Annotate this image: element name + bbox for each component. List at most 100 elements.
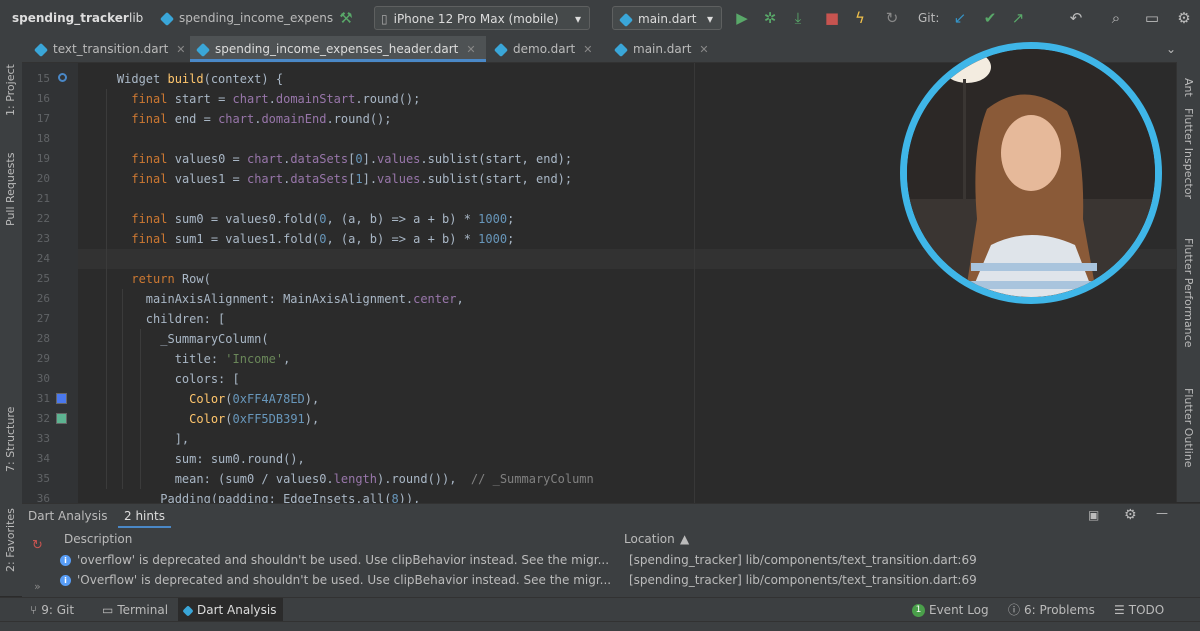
line-number: 29 (36, 352, 50, 365)
column-location[interactable]: Location (624, 532, 675, 546)
info-icon: i (60, 555, 71, 566)
code-line[interactable] (88, 129, 117, 149)
expand-icon[interactable]: » (34, 580, 41, 593)
code-line[interactable] (88, 189, 117, 209)
main-toolbar: spending_tracker lib spending_income_exp… (0, 0, 1200, 37)
todo-tool-button[interactable]: ☰ TODO (1114, 598, 1164, 622)
ant-tool-button[interactable]: Ant (1182, 78, 1195, 97)
git-tool-label: 9: Git (41, 603, 75, 617)
code-line[interactable]: colors: [ (88, 369, 240, 389)
code-line[interactable]: Color(0xFF4A78ED), (88, 389, 319, 409)
run-icon[interactable]: ▶ (732, 8, 752, 28)
code-line[interactable]: final sum0 = values0.fold(0, (a, b) => a… (88, 209, 514, 229)
problems-label: 6: Problems (1024, 603, 1095, 617)
git-update-icon[interactable]: ↙ (950, 8, 970, 28)
device-selector-label: iPhone 12 Pro Max (mobile) (393, 12, 559, 26)
git-tool-button[interactable]: ⑂ 9: Git (30, 598, 74, 622)
stop-icon[interactable]: ■ (822, 8, 842, 28)
favorites-tool-button[interactable]: 2: Favorites (4, 508, 17, 572)
project-tool-button[interactable]: 1: Project (4, 64, 17, 116)
tab-list-chevron-icon[interactable]: ⌄ (1166, 42, 1176, 56)
attach-debugger-icon[interactable]: ⤓ (788, 8, 808, 28)
close-icon[interactable]: ✕ (176, 43, 185, 56)
breadcrumb-project[interactable]: spending_tracker (12, 0, 129, 36)
code-line[interactable]: sum: sum0.round(), (88, 449, 305, 469)
build-hammer-icon[interactable]: ⚒ (336, 8, 356, 28)
color-swatch[interactable] (56, 413, 67, 424)
run-config-selector[interactable]: main.dart ▾ (612, 6, 722, 30)
git-push-icon[interactable]: ↗ (1008, 8, 1028, 28)
line-number: 30 (36, 372, 50, 385)
tab-main[interactable]: main.dart ✕ (608, 36, 724, 62)
hint-row[interactable]: i 'Overflow' is deprecated and shouldn't … (60, 570, 1200, 590)
column-description[interactable]: Description (64, 532, 132, 546)
code-line[interactable]: Color(0xFF5DB391), (88, 409, 319, 429)
code-line[interactable]: Padding(padding: EdgeInsets.all(8)), (88, 489, 420, 503)
tab-text-transition[interactable]: text_transition.dart ✕ (28, 36, 188, 62)
line-number: 24 (36, 252, 50, 265)
line-number: 16 (36, 92, 50, 105)
search-icon[interactable]: ⌕ (1106, 8, 1126, 28)
close-icon[interactable]: ✕ (583, 43, 592, 56)
line-number: 25 (36, 272, 50, 285)
code-line[interactable]: children: [ (88, 309, 225, 329)
chevron-down-icon: ▾ (574, 12, 581, 26)
gear-icon[interactable]: ⚙ (1124, 507, 1137, 523)
terminal-tool-button[interactable]: ▭ Terminal (102, 598, 168, 622)
debug-bug-icon[interactable]: ✲ (760, 8, 780, 28)
minimize-icon[interactable]: — (1156, 506, 1168, 520)
event-log-tool-button[interactable]: 1 Event Log (912, 598, 989, 622)
flutter-outline-tool-button[interactable]: Flutter Outline (1182, 388, 1195, 468)
code-line[interactable]: final start = chart.domainStart.round(); (88, 89, 420, 109)
tab-label: text_transition.dart (53, 42, 169, 56)
rollback-icon[interactable]: ↶ (1066, 8, 1086, 28)
sort-ascending-icon: ▲ (680, 532, 690, 546)
close-icon[interactable]: ✕ (699, 43, 708, 56)
code-line[interactable]: final end = chart.domainEnd.round(); (88, 109, 391, 129)
hint-location: [spending_tracker] lib/components/text_t… (629, 553, 977, 567)
dart-analysis-tool-button[interactable]: Dart Analysis (178, 598, 283, 622)
code-line[interactable]: return Row( (88, 269, 210, 289)
flutter-inspector-tool-button[interactable]: Flutter Inspector (1182, 108, 1195, 199)
info-icon: i (60, 575, 71, 586)
breadcrumb-folder[interactable]: lib (126, 6, 150, 30)
terminal-window-icon[interactable]: ▭ (1142, 8, 1162, 28)
structure-tool-button[interactable]: 7: Structure (4, 407, 17, 472)
code-line[interactable]: mean: (sum0 / values0.length).round()), … (88, 469, 594, 489)
code-line[interactable]: final values0 = chart.dataSets[0].values… (88, 149, 572, 169)
dart-icon (182, 604, 194, 617)
dart-file-icon (159, 11, 175, 26)
code-line[interactable]: final sum1 = values1.fold(0, (a, b) => a… (88, 229, 514, 249)
right-margin-guide (694, 63, 695, 503)
color-swatch[interactable] (56, 393, 67, 404)
flutter-performance-tool-button[interactable]: Flutter Performance (1182, 238, 1195, 347)
breadcrumb-file-label: spending_income_expens (179, 11, 334, 25)
settings-icon[interactable]: ⚙ (1174, 8, 1194, 28)
close-icon[interactable]: ✕ (466, 43, 475, 56)
refresh-icon[interactable]: ↻ (32, 538, 43, 553)
code-line[interactable]: title: 'Income', (88, 349, 291, 369)
pull-requests-tool-button[interactable]: Pull Requests (4, 153, 17, 226)
line-number: 17 (36, 112, 50, 125)
hint-description: 'Overflow' is deprecated and shouldn't b… (77, 573, 612, 587)
hot-reload-icon[interactable]: ϟ (850, 8, 870, 28)
tab-demo[interactable]: demo.dart ✕ (488, 36, 606, 62)
code-line[interactable]: mainAxisAlignment: MainAxisAlignment.cen… (88, 289, 464, 309)
code-line[interactable] (88, 249, 117, 269)
code-line[interactable]: Widget build(context) { (88, 69, 283, 89)
problems-tool-button[interactable]: ⓘ 6: Problems (1008, 598, 1095, 622)
device-selector[interactable]: ▯ iPhone 12 Pro Max (mobile) ▾ (374, 6, 590, 30)
breadcrumb-file[interactable]: spending_income_expens (159, 0, 334, 36)
line-number: 19 (36, 152, 50, 165)
hints-tab[interactable]: 2 hints (118, 504, 171, 528)
code-line[interactable]: final values1 = chart.dataSets[1].values… (88, 169, 572, 189)
code-line[interactable]: ], (88, 429, 189, 449)
hot-restart-icon[interactable]: ↻ (882, 8, 902, 28)
override-marker-icon[interactable] (58, 73, 67, 82)
tab-spending-income-expenses-header[interactable]: spending_income_expenses_header.dart ✕ (190, 36, 486, 62)
chat-icon[interactable]: ▣ (1088, 508, 1099, 522)
code-line[interactable]: _SummaryColumn( (88, 329, 268, 349)
hint-row[interactable]: i 'overflow' is deprecated and shouldn't … (60, 550, 1200, 570)
git-commit-icon[interactable]: ✔ (980, 8, 1000, 28)
panel-title: Dart Analysis (28, 509, 108, 523)
